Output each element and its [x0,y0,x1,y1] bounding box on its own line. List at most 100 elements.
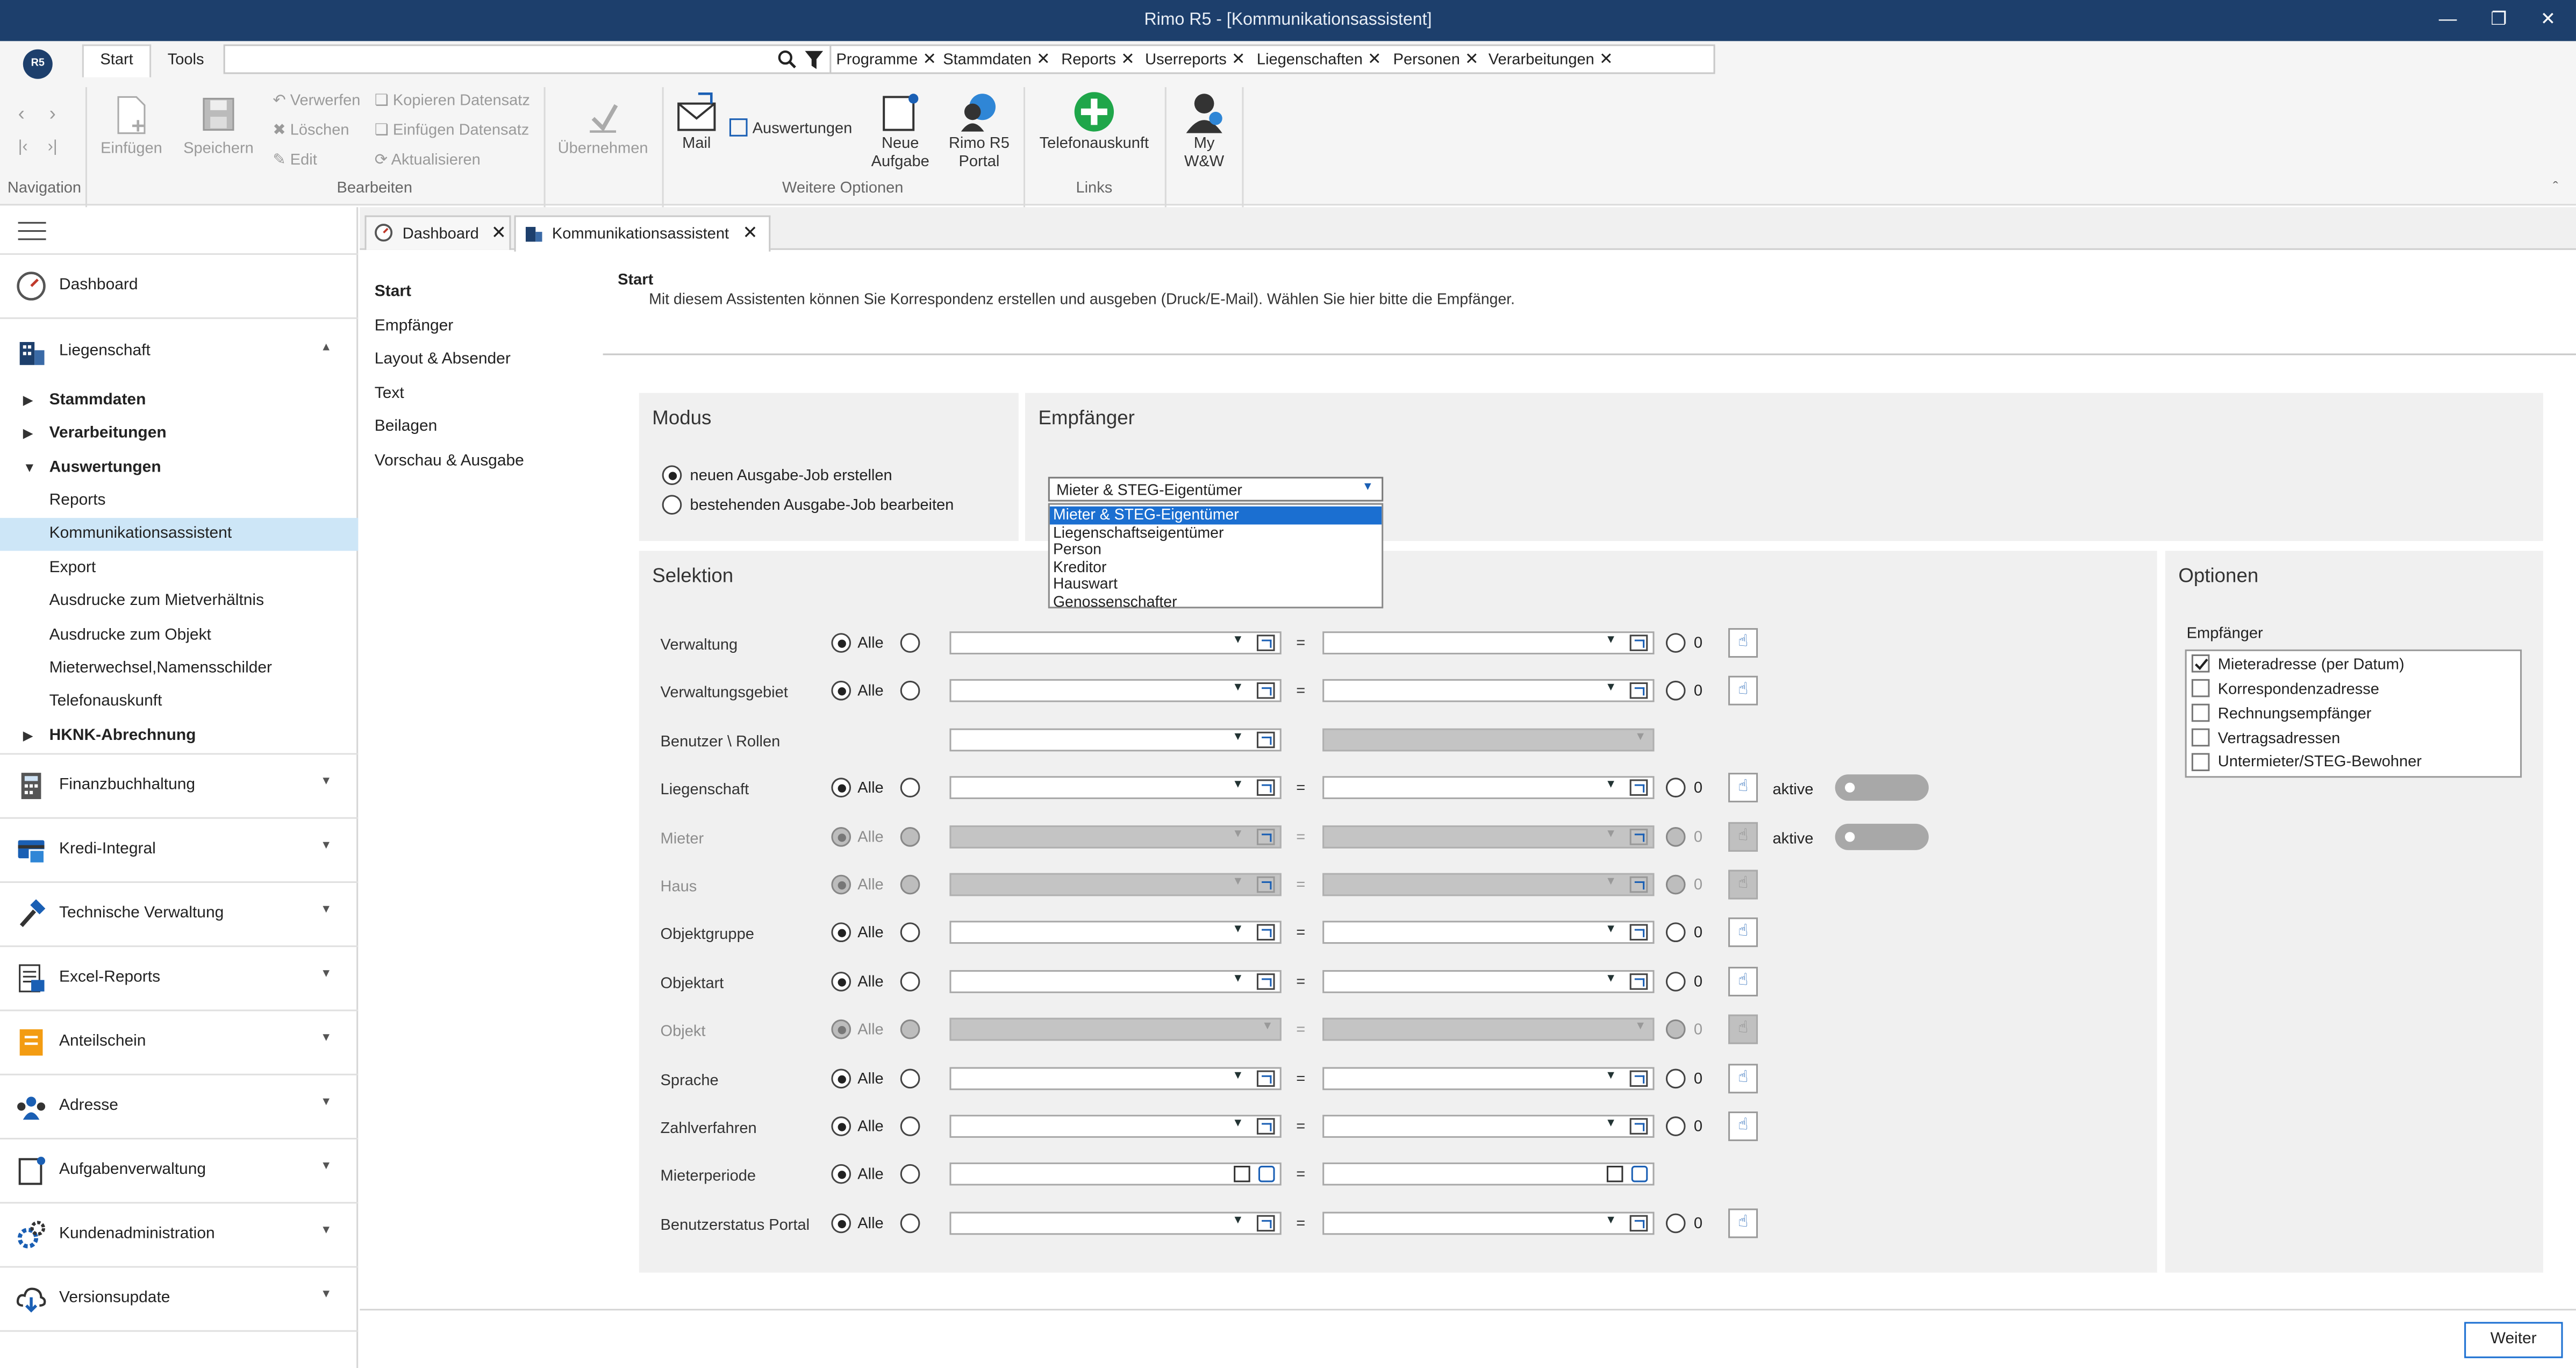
collapse-ribbon-icon[interactable]: ˆ [2553,179,2558,197]
chip-close-icon[interactable]: ✕ [1465,51,1479,69]
picker-icon[interactable] [1256,779,1275,796]
select-hand-button[interactable]: ☝ [1728,628,1758,658]
date-mieterperiode-to[interactable] [1322,1162,1655,1186]
tab-start[interactable]: Start [100,51,133,69]
sidebar-sub-hknk[interactable]: ▶ HKNK-Abrechnung [0,720,358,753]
select-hand-button[interactable]: ☝ [1728,773,1758,803]
sidebar-item-adresse[interactable]: Adresse ▼ [0,1075,359,1139]
radio-alle-verwaltung[interactable] [831,633,851,653]
sidebar-item-anteilschein[interactable]: Anteilschein ▼ [0,1011,359,1075]
step-empfaenger[interactable]: Empfänger [375,317,454,336]
option-person[interactable]: Person [1050,542,1382,559]
sidebar-sub-telefonauskunft[interactable]: Telefonauskunft [0,686,358,718]
radio-alle-objektart[interactable] [831,972,851,992]
date-picker-icon[interactable] [1631,1165,1648,1182]
radio-zero-benutzerstatus[interactable] [1665,1213,1686,1234]
weiter-button[interactable]: Weiter [2464,1322,2563,1358]
search-icon[interactable] [777,49,797,69]
close-window-button[interactable]: ✕ [2531,5,2564,34]
picker-icon[interactable] [1629,779,1648,796]
select-hand-button[interactable]: ☝ [1728,966,1758,996]
radio-custom-objektgruppe[interactable] [900,922,920,943]
sidebar-item-kredi-integral[interactable]: Kredi-Integral ▼ [0,819,359,883]
step-layout-absender[interactable]: Layout & Absender [375,350,511,368]
minimize-button[interactable]: — [2431,5,2464,34]
dropdown-benutzer-rollen[interactable]: ▼ [949,728,1282,752]
radio-alle-sprache[interactable] [831,1068,851,1089]
checkbox-mieteradresse[interactable] [2191,654,2210,673]
sidebar-sub-export[interactable]: Export [0,552,358,585]
radio-zero-verwaltungsgebiet[interactable] [1665,680,1686,701]
sidebar-sub-kommunikationsassistent[interactable]: Kommunikationsassistent [0,518,359,551]
select-hand-button[interactable]: ☝ [1728,675,1758,706]
nav-forward-icon[interactable]: › [49,102,56,125]
aktive-toggle-mieter[interactable] [1835,823,1929,850]
step-start[interactable]: Start [375,283,411,301]
sidebar-item-technische-verwaltung[interactable]: Technische Verwaltung ▼ [0,883,359,947]
chip-stammdaten[interactable]: Stammdaten ✕ [943,51,1050,69]
dropdown-zahlverfahren-to[interactable]: ▼ [1322,1115,1655,1138]
restore-button[interactable]: ❐ [2482,5,2515,34]
edit-button[interactable]: ✎ Edit [273,151,317,169]
option-mieter-steg[interactable]: Mieter & STEG-Eigentümer [1049,506,1382,524]
app-logo[interactable]: R5 [23,49,53,79]
dropdown-verwaltung-from[interactable]: ▼ [949,631,1282,654]
neue-aufgabe-button[interactable]: Neue Aufgabe [866,90,935,171]
radio-zero-verwaltung[interactable] [1665,633,1686,653]
chip-liegenschaften[interactable]: Liegenschaften ✕ [1257,51,1382,69]
dropdown-verwaltungsgebiet-to[interactable]: ▼ [1322,679,1655,702]
close-tab-icon[interactable]: ✕ [742,222,757,244]
picker-icon[interactable] [1256,924,1275,941]
radio-alle-benutzerstatus[interactable] [831,1213,851,1234]
radio-alle-zahlverfahren[interactable] [831,1116,851,1136]
calendar-icon[interactable] [1606,1165,1623,1182]
select-hand-button[interactable]: ☝ [1728,1064,1758,1094]
nav-last-icon[interactable]: ›| [48,138,58,156]
radio-neuer-job[interactable] [662,465,682,486]
step-vorschau-ausgabe[interactable]: Vorschau & Ausgabe [375,452,524,471]
radio-custom-mieterperiode[interactable] [900,1164,920,1184]
radio-custom-sprache[interactable] [900,1068,920,1089]
picker-icon[interactable] [1629,1118,1648,1135]
radio-custom-objektart[interactable] [900,972,920,992]
date-picker-icon[interactable] [1258,1165,1275,1182]
sidebar-sub-reports[interactable]: Reports [0,485,358,518]
hamburger-icon[interactable] [18,222,46,240]
tab-tools[interactable]: Tools [168,51,204,69]
radio-zero-objektart[interactable] [1665,972,1686,992]
auswertungen-button[interactable]: Auswertungen [729,118,861,138]
select-hand-button[interactable]: ☝ [1728,1112,1758,1142]
sidebar-sub-mieterwechsel[interactable]: Mieterwechsel,Namensschilder [0,653,358,686]
picker-icon[interactable] [1256,973,1275,990]
option-liegenschaftseigentuemer[interactable]: Liegenschaftseigentümer [1050,524,1382,541]
chip-reports[interactable]: Reports ✕ [1061,51,1134,69]
tab-kommunikationsassistent[interactable]: Kommunikationsassistent ✕ [514,215,771,252]
sidebar-sub-auswertungen[interactable]: ▼ Auswertungen [0,452,358,485]
verwerfen-button[interactable]: ↶ Verwerfen [273,92,360,110]
radio-alle-mieterperiode[interactable] [831,1164,851,1184]
mail-button[interactable]: Mail [670,90,723,153]
step-text[interactable]: Text [375,385,404,403]
dropdown-objektgruppe-to[interactable]: ▼ [1322,921,1655,944]
radio-custom-liegenschaft[interactable] [900,778,920,797]
step-beilagen[interactable]: Beilagen [375,418,438,436]
dropdown-sprache-from[interactable]: ▼ [949,1067,1282,1091]
picker-icon[interactable] [1629,682,1648,699]
aktive-toggle-liegenschaft[interactable] [1835,774,1929,801]
radio-zero-zahlverfahren[interactable] [1665,1116,1686,1136]
dropdown-zahlverfahren-from[interactable]: ▼ [949,1115,1282,1138]
chip-close-icon[interactable]: ✕ [1368,51,1382,69]
select-hand-button[interactable]: ☝ [1728,917,1758,947]
sidebar-item-finanzbuchhaltung[interactable]: Finanzbuchhaltung ▼ [0,754,359,819]
picker-icon[interactable] [1256,1215,1275,1232]
sidebar-item-liegenschaft[interactable]: Liegenschaft ▲ [0,319,358,383]
aktualisieren-button[interactable]: ⟳ Aktualisieren [375,151,481,169]
telefonauskunft-button[interactable]: Telefonauskunft [1032,90,1156,153]
option-kreditor[interactable]: Kreditor [1050,559,1382,576]
dropdown-verwaltung-to[interactable]: ▼ [1322,631,1655,654]
kopieren-datensatz-button[interactable]: ❏ Kopieren Datensatz [375,92,530,110]
checkbox-untermieter[interactable] [2191,753,2210,772]
radio-custom-verwaltungsgebiet[interactable] [900,680,920,701]
picker-icon[interactable] [1629,924,1648,941]
chip-close-icon[interactable]: ✕ [1232,51,1246,69]
